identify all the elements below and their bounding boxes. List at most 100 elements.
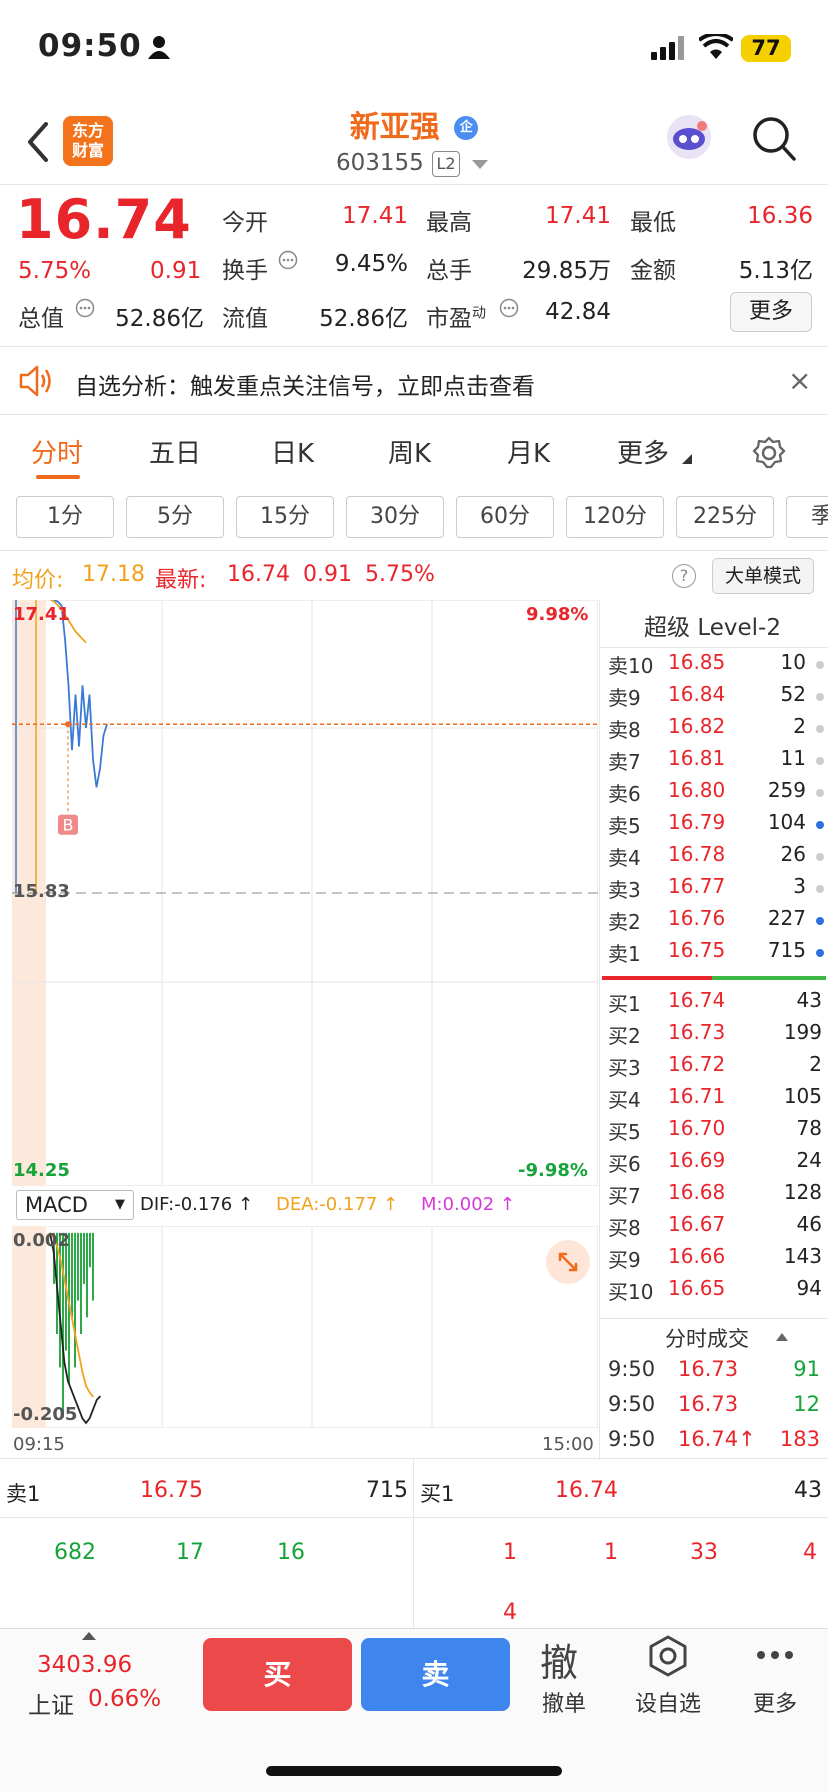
order-book-row[interactable]: 买4 16.71 105 (606, 1084, 826, 1116)
avg-price-label: 均价: (12, 568, 64, 593)
interval-120m-button[interactable]: 120分 (566, 496, 664, 538)
order-book-row[interactable]: 卖10 16.85 10 (606, 650, 826, 682)
order-book-row[interactable]: 买2 16.73 199 (606, 1020, 826, 1052)
help-icon[interactable]: ? (672, 564, 696, 588)
price-chart[interactable]: B (12, 600, 598, 1186)
tab-monthly-k[interactable]: 月K (507, 433, 550, 470)
macd-histogram-bar (77, 1232, 79, 1301)
level-volume: 24 (796, 1148, 822, 1172)
chevron-down-icon: ▼ (115, 1197, 125, 1212)
order-book-row[interactable]: 卖9 16.84 52 (606, 682, 826, 714)
expand-chart-button[interactable] (546, 1240, 590, 1284)
level-price: 16.74 (668, 988, 726, 1012)
caret-up-icon[interactable] (82, 1632, 96, 1640)
open-label: 今开 (222, 210, 268, 236)
tab-daily-k[interactable]: 日K (271, 433, 314, 470)
level-price: 16.78 (668, 842, 726, 866)
notice-text[interactable]: 自选分析：触发重点关注信号，立即点击查看 (75, 367, 535, 401)
caret-up-icon[interactable] (776, 1333, 788, 1341)
index-name[interactable]: 上证 (28, 1686, 74, 1720)
bid-queue-item: 33 (690, 1540, 718, 1565)
tab-more[interactable]: 更多 (617, 433, 669, 470)
order-book-row[interactable]: 卖5 16.79 104 (606, 810, 826, 842)
tab-five-day[interactable]: 五日 (149, 433, 201, 470)
order-book-row[interactable]: 卖3 16.77 3 (606, 874, 826, 906)
amount-label: 金额 (630, 258, 676, 284)
big-order-mode-button[interactable]: 大单模式 (712, 558, 814, 594)
interval-5m-button[interactable]: 5分 (126, 496, 224, 538)
macd-histogram-bar (89, 1232, 91, 1268)
level-label: 卖9 (608, 686, 641, 710)
sell-button[interactable]: 卖 (361, 1638, 510, 1711)
interval-quarter-button[interactable]: 季 (786, 496, 828, 538)
tab-timeshare[interactable]: 分时 (31, 433, 83, 470)
robot-assistant-icon[interactable] (664, 112, 714, 162)
more-quote-button[interactable]: 更多 (730, 292, 812, 332)
level-label: 买4 (608, 1088, 641, 1112)
tab-weekly-k[interactable]: 周K (388, 433, 431, 470)
order-book-row[interactable]: 买7 16.68 128 (606, 1180, 826, 1212)
order-book-row[interactable]: 卖1 16.75 715 (606, 938, 826, 970)
order-book-row[interactable]: 卖7 16.81 11 (606, 746, 826, 778)
more-label[interactable]: 更多 (745, 1686, 805, 1718)
order-dot-icon (816, 757, 824, 765)
level-price: 16.77 (668, 874, 726, 898)
interval-30m-button[interactable]: 30分 (346, 496, 444, 538)
stock-code: 603155 (336, 150, 424, 176)
info-dots-icon[interactable] (278, 250, 298, 270)
order-book-row[interactable]: 买1 16.74 43 (606, 988, 826, 1020)
order-book-row[interactable]: 买9 16.66 143 (606, 1244, 826, 1276)
index-value[interactable]: 3403.96 (37, 1652, 132, 1678)
order-book-row[interactable]: 买5 16.70 78 (606, 1116, 826, 1148)
search-icon[interactable] (752, 116, 796, 162)
macd-chart[interactable] (12, 1226, 598, 1428)
level-volume: 104 (767, 810, 806, 834)
dropdown-caret-icon[interactable] (472, 160, 488, 170)
buy-marker-label: B (63, 816, 74, 835)
pe-value: 42.84 (545, 299, 611, 325)
gear-icon[interactable] (752, 436, 786, 470)
indicator-select[interactable]: MACD ▼ (16, 1190, 134, 1220)
info-dots-icon[interactable] (499, 298, 519, 318)
level-price: 16.75 (668, 938, 726, 962)
index-percent[interactable]: 0.66% (88, 1686, 161, 1712)
macd-histogram-bar (80, 1232, 82, 1335)
interval-15m-button[interactable]: 15分 (236, 496, 334, 538)
home-indicator (266, 1766, 562, 1776)
level-label: 卖4 (608, 846, 641, 870)
order-book-row[interactable]: 买8 16.67 46 (606, 1212, 826, 1244)
level-price: 16.68 (668, 1180, 726, 1204)
summary-ask-label: 卖1 (6, 1482, 41, 1506)
add-watchlist-icon[interactable] (646, 1634, 690, 1678)
more-dots-icon[interactable] (755, 1648, 795, 1662)
level-label: 买10 (608, 1280, 654, 1304)
interval-60m-button[interactable]: 60分 (456, 496, 554, 538)
order-book-row[interactable]: 卖2 16.76 227 (606, 906, 826, 938)
close-notice-icon[interactable]: × (788, 364, 811, 397)
level-volume: 105 (783, 1084, 822, 1108)
summary-ask-price: 16.75 (140, 1478, 203, 1503)
macd-histogram-bar (74, 1232, 76, 1368)
info-dots-icon[interactable] (75, 298, 95, 318)
order-dot-icon (816, 917, 824, 925)
cancel-order-label[interactable]: 撤单 (534, 1686, 594, 1718)
order-book-row[interactable]: 买3 16.72 2 (606, 1052, 826, 1084)
order-book-row[interactable]: 买6 16.69 24 (606, 1148, 826, 1180)
trades-title[interactable]: 分时成交 (665, 1323, 749, 1353)
order-book-row[interactable]: 买10 16.65 94 (606, 1276, 826, 1308)
interval-1m-button[interactable]: 1分 (16, 496, 114, 538)
interval-225m-button[interactable]: 225分 (676, 496, 774, 538)
order-book-row[interactable]: 卖4 16.78 26 (606, 842, 826, 874)
latest-price: 16.74 (227, 562, 290, 587)
enterprise-badge: 企 (454, 116, 479, 140)
buy-button[interactable]: 买 (203, 1638, 352, 1711)
level-label: 买6 (608, 1152, 641, 1176)
y-tick-pct-top: 9.98% (526, 604, 589, 625)
add-watchlist-label[interactable]: 设自选 (628, 1686, 708, 1718)
cancel-order-icon[interactable]: 撤 (540, 1632, 578, 1687)
order-book-row[interactable]: 卖8 16.82 2 (606, 714, 826, 746)
triangle-icon (682, 454, 692, 464)
level-label: 卖7 (608, 750, 641, 774)
level-price: 16.84 (668, 682, 726, 706)
order-book-row[interactable]: 卖6 16.80 259 (606, 778, 826, 810)
